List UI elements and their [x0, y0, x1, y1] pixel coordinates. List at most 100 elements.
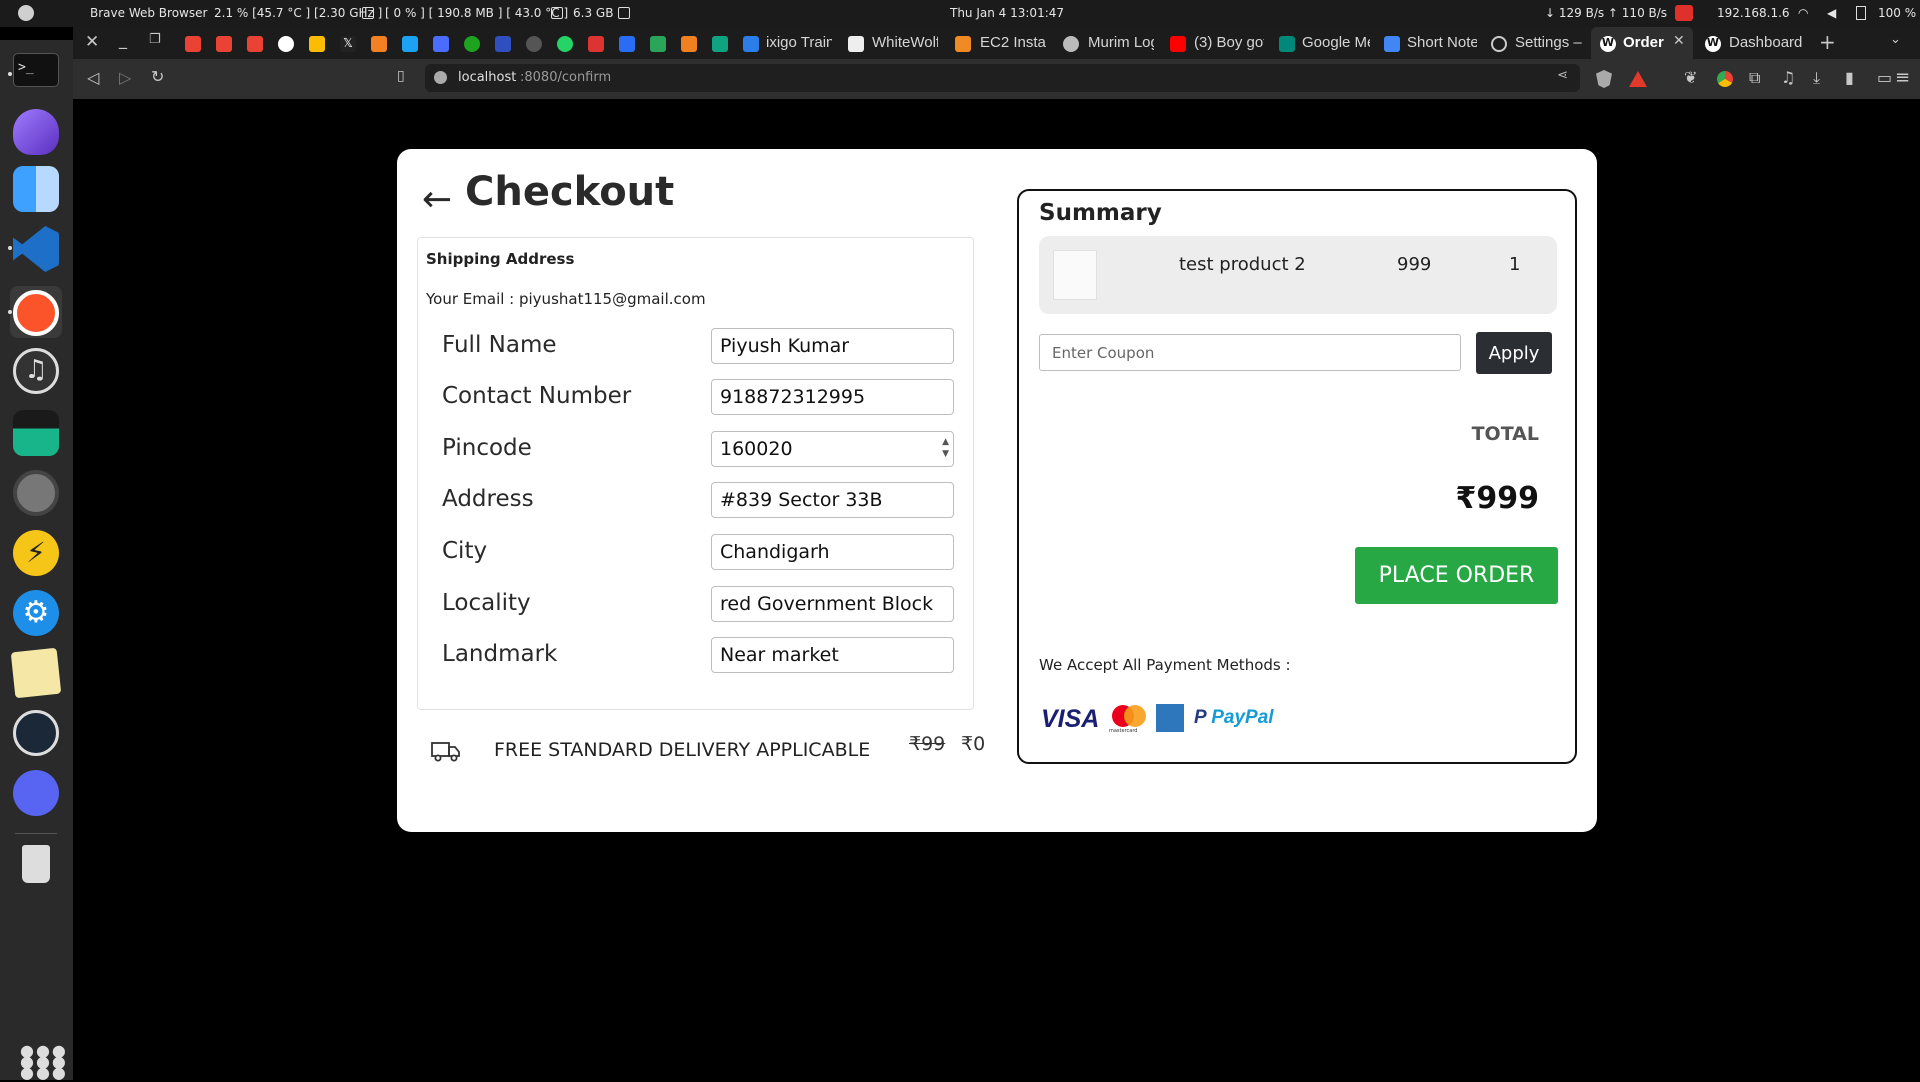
bookmark-icon[interactable]: ▯: [397, 68, 405, 84]
tab-label[interactable]: Murim Log: [1088, 34, 1154, 51]
stackoverflow-tab-icon[interactable]: [371, 36, 387, 52]
discord-icon[interactable]: [13, 770, 59, 816]
menu-icon[interactable]: ≡: [1895, 67, 1910, 88]
apple-menu-icon[interactable]: [18, 5, 34, 21]
lightning-app-icon[interactable]: ⚡: [13, 530, 59, 576]
apply-coupon-button[interactable]: Apply: [1476, 332, 1552, 374]
landmark-input[interactable]: [711, 637, 954, 673]
forward-icon[interactable]: ▷: [119, 68, 131, 87]
drive-tab-icon[interactable]: [309, 36, 325, 52]
tab-icon[interactable]: [464, 36, 480, 52]
back-arrow-icon[interactable]: ←: [422, 179, 452, 220]
coupon-input[interactable]: [1039, 334, 1461, 371]
maximize-icon[interactable]: ❐: [149, 32, 161, 47]
tab-list-chevron-icon[interactable]: ⌄: [1890, 32, 1901, 47]
paypal-logo: P PayPal: [1194, 707, 1274, 728]
back-icon[interactable]: ◁: [87, 68, 99, 87]
finder-icon[interactable]: [13, 166, 59, 212]
tab-icon[interactable]: [526, 36, 542, 52]
tab-icon[interactable]: [588, 36, 604, 52]
payment-logos: VISA mastercard P PayPal: [1039, 701, 1289, 735]
mastercard-text: mastercard: [1109, 728, 1138, 734]
mongodb-tab-icon[interactable]: [650, 36, 666, 52]
place-order-button[interactable]: PLACE ORDER: [1355, 547, 1558, 604]
battery-level: 100 %: [1878, 6, 1917, 20]
minimize-icon[interactable]: _: [119, 30, 127, 49]
contact-number-input[interactable]: [711, 379, 954, 415]
activity-monitor-icon[interactable]: [13, 410, 59, 456]
tab-label[interactable]: EC2 Instan: [980, 34, 1046, 51]
tab-icon[interactable]: [433, 36, 449, 52]
clock[interactable]: Thu Jan 4 13:01:47: [950, 6, 1064, 20]
steam-icon[interactable]: [13, 710, 59, 756]
ixigo-icon[interactable]: [743, 36, 759, 52]
app-grid-icon[interactable]: ●●● ●●● ●●●: [20, 1043, 66, 1081]
tab-label[interactable]: Dashboard: [1729, 34, 1809, 51]
close-tab-icon[interactable]: ✕: [1673, 33, 1685, 49]
trash-icon[interactable]: [22, 845, 50, 883]
sidebar-icon[interactable]: ▮: [1845, 68, 1854, 87]
pincode-input[interactable]: [711, 431, 954, 467]
tab-label[interactable]: Google Me: [1302, 34, 1370, 51]
whatsapp-tab-icon[interactable]: [557, 36, 573, 52]
reload-icon[interactable]: ↻: [151, 67, 164, 86]
tab-label[interactable]: (3) Boy got: [1194, 34, 1264, 51]
tab-icon[interactable]: [402, 36, 418, 52]
brave-rewards-icon[interactable]: [1629, 71, 1647, 87]
vscode-icon[interactable]: [13, 226, 59, 272]
brave-shields-icon[interactable]: [1596, 70, 1612, 88]
gmail-tab-icon[interactable]: [216, 36, 232, 52]
w-icon[interactable]: W: [1705, 36, 1721, 52]
music-icon[interactable]: ♫: [13, 348, 59, 394]
tab-label[interactable]: Settings –: [1515, 34, 1585, 51]
tab-label[interactable]: ixigo Train: [766, 34, 832, 51]
contact-number-label: Contact Number: [442, 383, 632, 409]
site-info-icon[interactable]: [434, 71, 447, 84]
gear-app-icon[interactable]: ⚙: [13, 590, 59, 636]
address-bar[interactable]: localhost :8080/confirm ⋖: [425, 64, 1580, 92]
volume-icon[interactable]: ◀: [1827, 6, 1836, 20]
share-icon[interactable]: ⋖: [1557, 68, 1568, 83]
chrome-extension-icon[interactable]: [1717, 71, 1733, 87]
tab-icon[interactable]: [619, 36, 635, 52]
address-input[interactable]: [711, 482, 954, 518]
tab-label[interactable]: Order c: [1623, 34, 1667, 51]
anydesk-icon[interactable]: [1675, 5, 1693, 21]
tab-label[interactable]: Short Note: [1407, 34, 1477, 51]
gmail-tab-icon[interactable]: [185, 36, 201, 52]
terminal-icon[interactable]: >_: [13, 53, 59, 87]
chatgpt-tab-icon[interactable]: [712, 36, 728, 52]
obsidian-icon[interactable]: [13, 109, 59, 155]
w-icon[interactable]: W: [1600, 36, 1616, 52]
gear-icon[interactable]: [1491, 36, 1507, 52]
close-window-icon[interactable]: ✕: [85, 32, 99, 52]
extensions-puzzle-icon[interactable]: ⧉: [1749, 68, 1760, 88]
google-meet-icon[interactable]: [1279, 36, 1295, 52]
number-spinner-icon[interactable]: ▲ ▼: [942, 436, 949, 460]
docs-icon[interactable]: [1384, 36, 1400, 52]
full-name-input[interactable]: [711, 328, 954, 364]
city-input[interactable]: [711, 534, 954, 570]
locality-input[interactable]: [711, 586, 954, 622]
tab-icon[interactable]: [495, 36, 511, 52]
tab-label[interactable]: WhiteWolf: [872, 34, 938, 51]
system-settings-icon[interactable]: [13, 470, 59, 516]
brave-browser-icon[interactable]: [13, 290, 59, 336]
youtube-icon[interactable]: [1170, 36, 1186, 52]
tab-icon[interactable]: [681, 36, 697, 52]
new-tab-icon[interactable]: +: [1819, 30, 1836, 54]
wallet-icon[interactable]: ▭: [1877, 68, 1892, 87]
globe-icon[interactable]: [1063, 36, 1079, 52]
media-icon[interactable]: ♫: [1781, 68, 1795, 87]
wifi-icon[interactable]: ◠: [1798, 6, 1808, 20]
notes-icon[interactable]: [10, 647, 62, 699]
google-tab-icon[interactable]: [278, 36, 294, 52]
delivery-truck-icon: [431, 742, 460, 762]
memory-stats: [ 0 % ] [ 190.8 MB ] [ 43.0 °C ]: [385, 6, 569, 20]
whitewolf-icon[interactable]: [848, 36, 864, 52]
aws-icon[interactable]: [955, 36, 971, 52]
downloads-icon[interactable]: ⤓: [1813, 68, 1820, 88]
gmail-tab-icon[interactable]: [247, 36, 263, 52]
extension-icon[interactable]: ❦: [1684, 68, 1697, 87]
x-tab-icon[interactable]: 𝕏: [340, 36, 356, 52]
